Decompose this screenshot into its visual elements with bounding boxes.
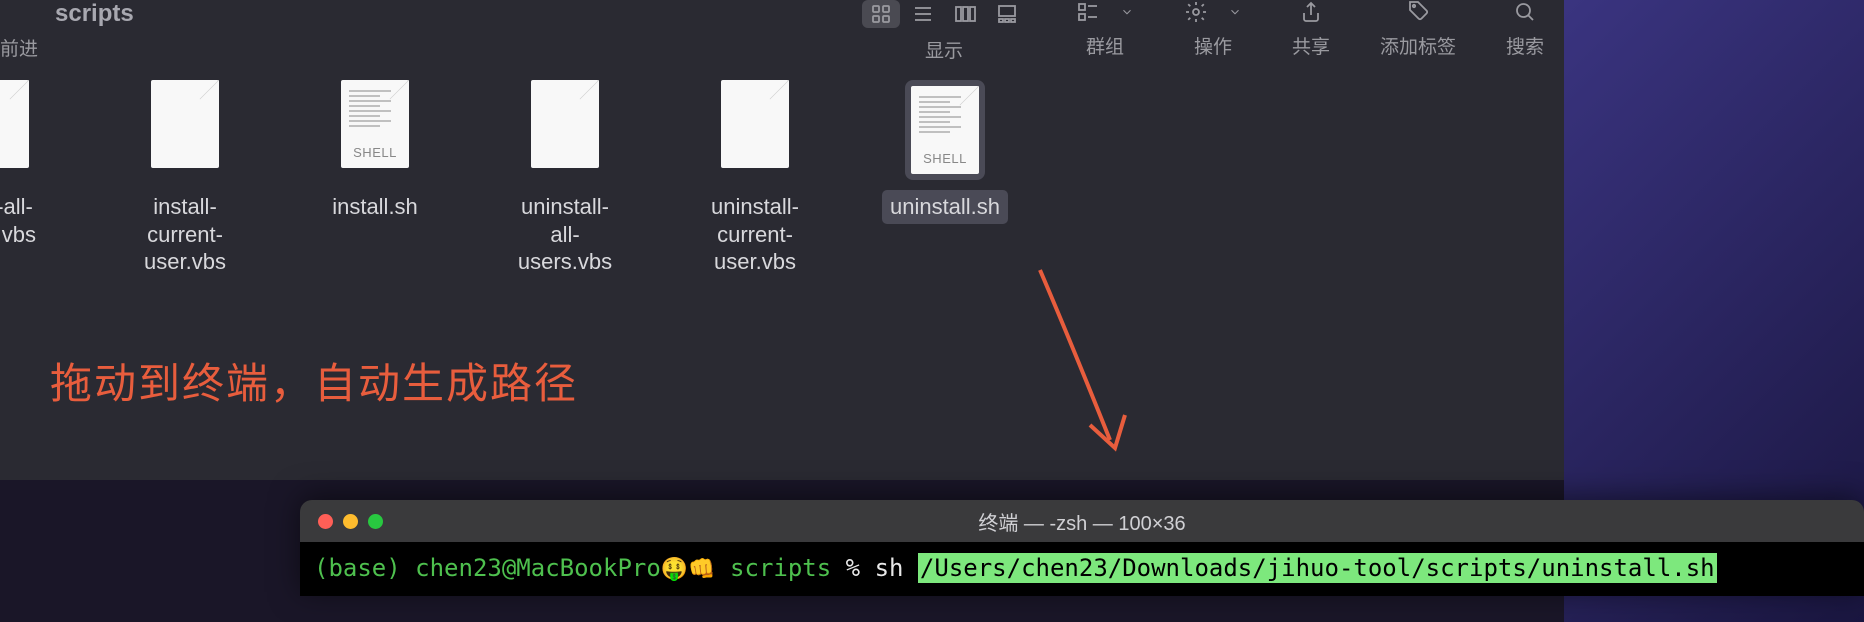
prompt-user: chen23@MacBookPro (415, 554, 661, 582)
search-label: 搜索 (1506, 32, 1544, 59)
terminal-body[interactable]: (base) chen23@MacBookPro🤑👊 scripts % sh … (300, 542, 1864, 596)
file-icon (721, 80, 789, 168)
tag-icon (1406, 0, 1430, 24)
file-item[interactable]: SHELLuninstall.sh (890, 80, 1000, 224)
files-area[interactable]: stall-all- sers.vbs install-current- user… (0, 60, 1564, 279)
share-icon (1299, 0, 1323, 24)
terminal-path: /Users/chen23/Downloads/jihuo-tool/scrip… (918, 553, 1717, 583)
action-button[interactable] (1184, 0, 1242, 24)
file-item[interactable]: uninstall-all- users.vbs (510, 80, 620, 279)
file-icon (0, 80, 29, 168)
action-label: 操作 (1194, 32, 1232, 59)
group-label: 群组 (1086, 32, 1124, 59)
shell-file-icon: SHELL (341, 80, 409, 168)
share-button[interactable] (1299, 0, 1323, 24)
view-columns-button[interactable] (946, 0, 984, 28)
file-icon-wrap: SHELL (341, 80, 409, 180)
file-icon (531, 80, 599, 168)
shell-badge: SHELL (923, 151, 967, 166)
minimize-button[interactable] (343, 514, 358, 529)
view-gallery-button[interactable] (988, 0, 1026, 28)
prompt-env: (base) (314, 554, 401, 582)
share-label: 共享 (1292, 32, 1330, 59)
prompt-folder: scripts (730, 554, 831, 582)
folder-title: scripts (55, 0, 134, 28)
file-name: uninstall-current- user.vbs (700, 190, 810, 279)
group-button[interactable] (1076, 0, 1134, 24)
prompt-symbol: % (846, 554, 860, 582)
terminal-titlebar[interactable]: 终端 — -zsh — 100×36 (300, 500, 1864, 542)
gear-icon (1184, 0, 1208, 24)
finder-toolbar: scripts 前进 (0, 0, 1564, 60)
file-icon-wrap: SHELL (905, 80, 985, 180)
view-icons-button[interactable] (862, 0, 900, 28)
shell-badge: SHELL (353, 145, 397, 160)
terminal-command: sh (875, 554, 904, 582)
grid-icon (869, 2, 893, 26)
search-button-group: 搜索 (1506, 0, 1544, 59)
view-mode-group: 显示 (862, 0, 1026, 63)
group-button-group: 群组 (1076, 0, 1134, 59)
action-button-group: 操作 (1184, 0, 1242, 59)
file-item[interactable]: uninstall-current- user.vbs (700, 80, 810, 279)
nav-forward-label[interactable]: 前进 (0, 34, 38, 61)
file-name: install-current- user.vbs (130, 190, 240, 279)
file-icon-wrap (0, 80, 29, 180)
file-icon-wrap (531, 80, 599, 180)
terminal-title: 终端 — -zsh — 100×36 (978, 507, 1185, 536)
columns-icon (953, 2, 977, 26)
file-icon-wrap (721, 80, 789, 180)
file-name: uninstall-all- users.vbs (510, 190, 620, 279)
file-name: uninstall.sh (882, 190, 1008, 224)
chevron-down-icon (1228, 0, 1242, 24)
gallery-icon (995, 2, 1019, 26)
file-icon (151, 80, 219, 168)
share-button-group: 共享 (1292, 0, 1330, 59)
annotation-text: 拖动到终端，自动生成路径 (50, 350, 578, 411)
window-controls (300, 514, 383, 529)
view-label: 显示 (925, 36, 963, 63)
file-item[interactable]: SHELL install.sh (320, 80, 430, 224)
prompt-emoji: 🤑👊 (661, 557, 716, 582)
tags-button[interactable] (1406, 0, 1430, 24)
file-item[interactable]: install-current- user.vbs (130, 80, 240, 279)
search-button[interactable] (1513, 0, 1537, 24)
tags-button-group: 添加标签 (1380, 0, 1456, 59)
maximize-button[interactable] (368, 514, 383, 529)
shell-file-icon: SHELL (911, 86, 979, 174)
view-list-button[interactable] (904, 0, 942, 28)
group-icon (1076, 0, 1100, 24)
tags-label: 添加标签 (1380, 32, 1456, 59)
close-button[interactable] (318, 514, 333, 529)
chevron-down-icon (1120, 0, 1134, 24)
terminal-window: 终端 — -zsh — 100×36 (base) chen23@MacBook… (300, 500, 1864, 596)
file-icon-wrap (151, 80, 219, 180)
search-icon (1513, 0, 1537, 24)
file-name: install.sh (324, 190, 426, 224)
file-item[interactable]: stall-all- sers.vbs (0, 80, 50, 251)
list-icon (911, 2, 935, 26)
file-name: stall-all- sers.vbs (0, 190, 44, 251)
